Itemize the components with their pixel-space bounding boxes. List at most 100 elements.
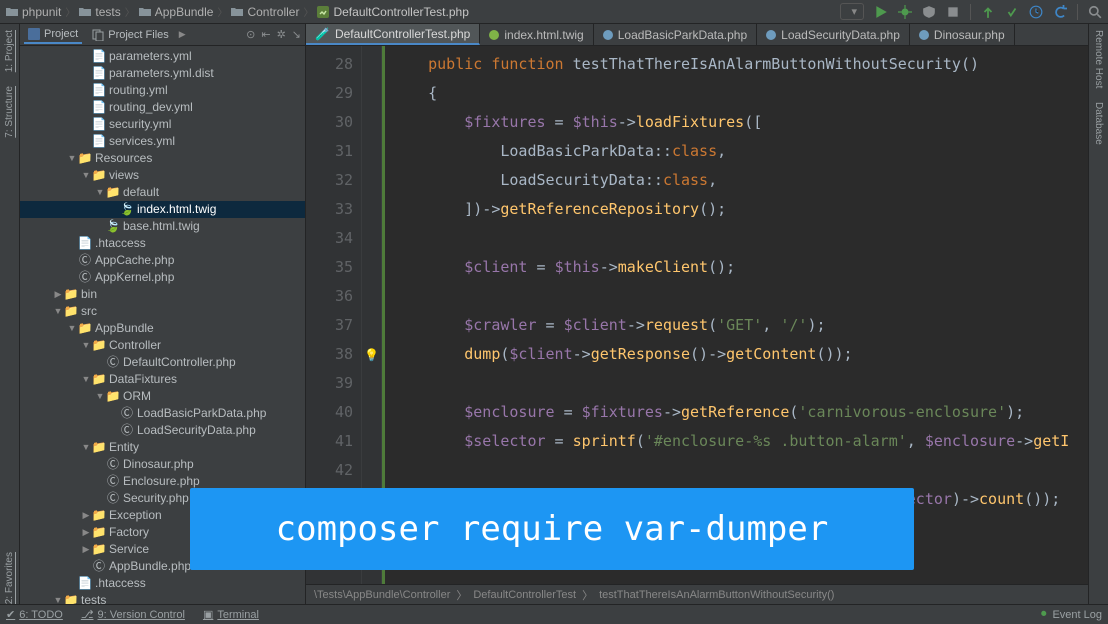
crumb-tests[interactable]: tests [79, 5, 120, 19]
files-icon [92, 29, 104, 41]
tree-item[interactable]: ▼📁src [20, 303, 305, 320]
folder-icon: 📁 [78, 320, 92, 337]
crumb-file[interactable]: DefaultControllerTest.php [317, 5, 468, 19]
folder-icon: 📁 [92, 337, 106, 354]
tree-item[interactable]: 📄routing_dev.yml [20, 99, 305, 116]
tree-item[interactable]: ⒸDinosaur.php [20, 456, 305, 473]
status-terminal[interactable]: ▣Terminal [203, 608, 259, 621]
gear-icon[interactable]: ✲ [277, 28, 286, 41]
tree-item[interactable]: ▼📁Controller [20, 337, 305, 354]
tree-item[interactable]: ▼📁default [20, 184, 305, 201]
crumb-controller[interactable]: Controller [231, 5, 299, 19]
editor-tab-dinosaur[interactable]: Dinosaur.php [910, 24, 1015, 45]
folder-icon: 📁 [106, 184, 120, 201]
crumb-appbundle[interactable]: AppBundle [139, 5, 214, 19]
folder-icon [6, 7, 18, 17]
tree-item[interactable]: ▼📁AppBundle [20, 320, 305, 337]
folder-icon [231, 7, 243, 17]
twig-file-icon: 🍃 [106, 218, 120, 235]
search-icon[interactable] [1088, 5, 1102, 19]
tool-tab-remote-host[interactable]: Remote Host [1093, 30, 1104, 88]
code-crumb-method[interactable]: testThatThereIsAnAlarmButtonWithoutSecur… [599, 589, 834, 601]
coverage-icon[interactable] [922, 5, 936, 19]
tool-tab-structure[interactable]: 7: Structure [4, 86, 15, 138]
folder-icon: 📁 [64, 303, 78, 320]
vcs-update-icon[interactable] [981, 5, 995, 19]
terminal-icon: ▣ [203, 608, 213, 621]
code-breadcrumb: \Tests\AppBundle\Controller 〉 DefaultCon… [306, 584, 1088, 604]
editor-tab-load-basic-park[interactable]: LoadBasicParkData.php [594, 24, 757, 45]
intention-bulb-icon[interactable]: 💡 [364, 348, 379, 362]
tree-item[interactable]: ⒸAppCache.php [20, 252, 305, 269]
tree-item[interactable]: 📄parameters.yml.dist [20, 65, 305, 82]
hide-icon[interactable]: ↘ [292, 28, 301, 41]
tree-item[interactable]: 🍃base.html.twig [20, 218, 305, 235]
locate-icon[interactable]: ⊙ [246, 28, 255, 41]
tree-item[interactable]: 📄routing.yml [20, 82, 305, 99]
project-tab-files[interactable]: Project Files [88, 27, 173, 43]
project-tab-project[interactable]: Project [24, 26, 82, 44]
vcs-history-icon[interactable] [1029, 5, 1043, 19]
caption-overlay: composer require var-dumper [190, 488, 914, 570]
run-icon[interactable] [874, 5, 888, 19]
vcs-commit-icon[interactable] [1005, 5, 1019, 19]
tree-item[interactable]: ▶📁bin [20, 286, 305, 303]
htaccess-file-icon: 📄 [78, 575, 92, 592]
stop-icon[interactable] [946, 5, 960, 19]
tree-item[interactable]: ▼📁DataFixtures [20, 371, 305, 388]
tree-item[interactable]: ⒸLoadBasicParkData.php [20, 405, 305, 422]
yml-file-icon: 📄 [92, 116, 106, 133]
tree-item[interactable]: ▼📁tests [20, 592, 305, 604]
project-panel-header: Project Project Files ▶ ⊙ ⇤ ✲ ↘ [20, 24, 305, 46]
debug-icon[interactable] [898, 5, 912, 19]
folder-icon: 📁 [64, 286, 78, 303]
tree-item-selected[interactable]: 🍃index.html.twig [20, 201, 305, 218]
tree-item[interactable]: ⒸDefaultController.php [20, 354, 305, 371]
vcs-revert-icon[interactable] [1053, 5, 1067, 19]
code-crumb-namespace[interactable]: \Tests\AppBundle\Controller [314, 589, 450, 601]
folder-icon: 📁 [106, 388, 120, 405]
main-toolbar: ▾ [840, 3, 1102, 20]
tree-item[interactable]: ▼📁Resources [20, 150, 305, 167]
htaccess-file-icon: 📄 [78, 235, 92, 252]
php-class-icon [919, 30, 929, 40]
tree-item[interactable]: ▼📁ORM [20, 388, 305, 405]
editor-tab-index-twig[interactable]: index.html.twig [480, 24, 593, 45]
tree-item[interactable]: ⒸAppKernel.php [20, 269, 305, 286]
tree-item[interactable]: 📄security.yml [20, 116, 305, 133]
code-crumb-class[interactable]: DefaultControllerTest [473, 589, 576, 601]
status-vcs[interactable]: ⎇9: Version Control [81, 608, 185, 621]
run-config-dropdown[interactable]: ▾ [840, 3, 864, 20]
chevron-right-icon: 〉 [217, 4, 227, 19]
navigation-bar: phpunit 〉 tests 〉 AppBundle 〉 Controller… [0, 0, 1108, 24]
yml-file-icon: 📄 [92, 99, 106, 116]
status-todo[interactable]: ✔︎6: TODO [6, 608, 63, 621]
folder-icon: 📁 [78, 150, 92, 167]
chevron-right-icon[interactable]: ▶ [179, 29, 186, 40]
tests-folder-icon: 📁 [64, 592, 78, 604]
tree-item[interactable]: 📄services.yml [20, 133, 305, 150]
right-tool-strip: Remote Host Database [1088, 24, 1108, 604]
status-bar: ✔︎6: TODO ⎇9: Version Control ▣Terminal … [0, 604, 1108, 624]
php-test-file-icon [317, 6, 329, 18]
tree-item[interactable]: 📄.htaccess [20, 575, 305, 592]
editor-tab-load-security[interactable]: LoadSecurityData.php [757, 24, 910, 45]
editor-tab-default-controller-test[interactable]: 🧪DefaultControllerTest.php [306, 24, 480, 45]
php-class-icon: Ⓒ [92, 558, 106, 575]
crumb-root[interactable]: phpunit [6, 5, 61, 19]
tree-item[interactable]: ▼📁views [20, 167, 305, 184]
tool-tab-database[interactable]: Database [1093, 102, 1104, 145]
twig-file-icon: 🍃 [120, 201, 134, 218]
collapse-icon[interactable]: ⇤ [261, 28, 270, 41]
status-event-log[interactable]: ⏺Event Log [1041, 608, 1102, 621]
tree-item[interactable]: 📄parameters.yml [20, 48, 305, 65]
yml-file-icon: 📄 [92, 48, 106, 65]
tree-item[interactable]: 📄.htaccess [20, 235, 305, 252]
folder-icon: 📁 [92, 167, 106, 184]
tool-tab-project[interactable]: 1: Project [4, 30, 15, 72]
yml-file-icon: 📄 [92, 82, 106, 99]
tree-item[interactable]: ⒸLoadSecurityData.php [20, 422, 305, 439]
php-class-icon: Ⓒ [106, 473, 120, 490]
tree-item[interactable]: ▼📁Entity [20, 439, 305, 456]
tool-tab-favorites[interactable]: 2: Favorites [4, 552, 15, 604]
